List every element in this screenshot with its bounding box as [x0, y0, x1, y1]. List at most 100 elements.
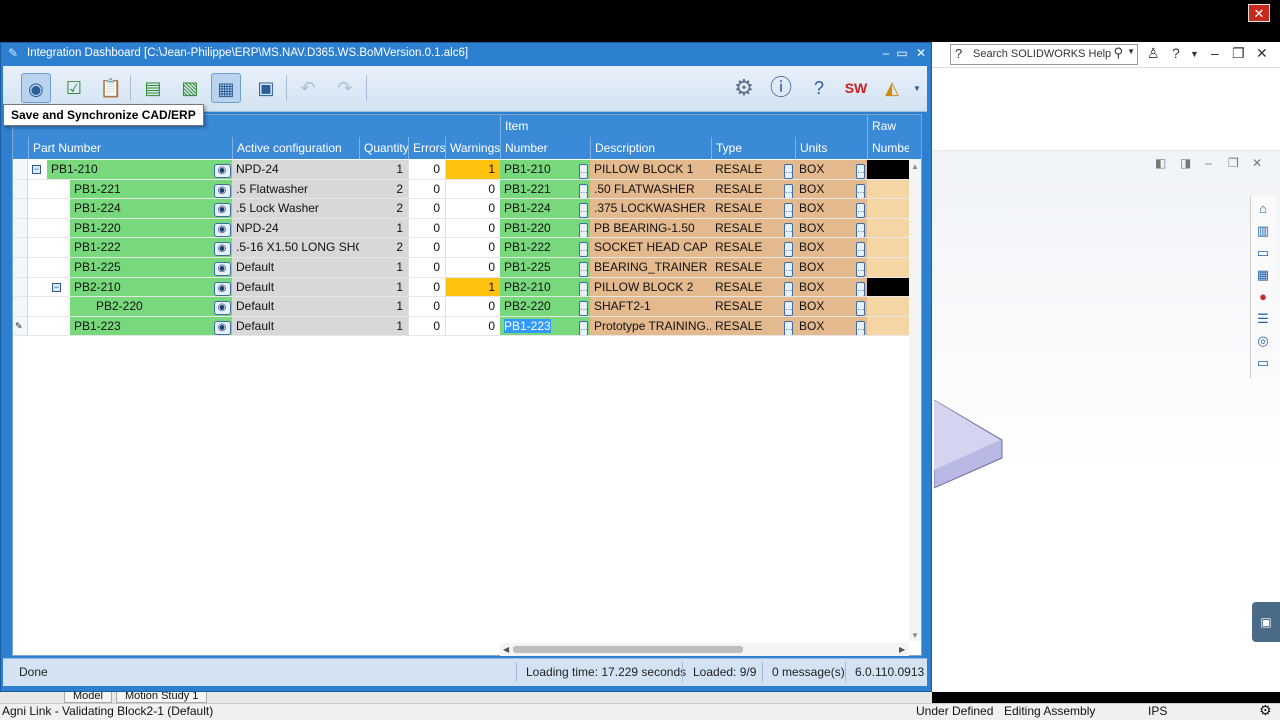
units-cell[interactable]: BOX: [795, 316, 854, 337]
sw-help-search[interactable]: ? Search SOLIDWORKS Help ⚲ ▼: [950, 44, 1138, 65]
ellipsis-icon[interactable]: …: [784, 281, 793, 297]
units-cell[interactable]: BOX: [795, 199, 854, 219]
forum-icon[interactable]: ▭: [1254, 354, 1272, 372]
sw-status-settings-icon[interactable]: ⚙: [1259, 702, 1272, 719]
units-cell[interactable]: BOX: [795, 258, 854, 278]
quantity-cell[interactable]: 2: [359, 199, 408, 219]
scroll-right-icon[interactable]: ▶: [899, 645, 905, 654]
tree-collapse-icon[interactable]: −: [52, 282, 61, 292]
item-number-cell[interactable]: PB1-220: [500, 218, 577, 239]
ellipsis-icon[interactable]: …: [579, 164, 588, 179]
col-quantity[interactable]: Quantity: [359, 137, 408, 159]
item-number-cell[interactable]: PB1-222: [500, 238, 577, 258]
description-cell[interactable]: .375 LOCKWASHER: [590, 199, 711, 219]
visibility-toggle[interactable]: ◉: [212, 238, 232, 258]
item-number-lookup-button[interactable]: …: [577, 258, 590, 278]
raw-material-number-cell[interactable]: [867, 199, 909, 219]
visibility-toggle[interactable]: ◉: [212, 179, 232, 200]
visibility-toggle[interactable]: ◉: [212, 199, 232, 219]
scroll-left-icon[interactable]: ◀: [503, 645, 509, 654]
item-number-lookup-button[interactable]: …: [577, 277, 590, 298]
units-lookup-button[interactable]: …: [854, 179, 867, 200]
type-lookup-button[interactable]: …: [782, 160, 795, 180]
item-number-cell[interactable]: PB1-225: [500, 258, 577, 278]
col-active-configuration[interactable]: Active configuration: [232, 137, 359, 159]
active-configuration-cell[interactable]: .5 Flatwasher: [232, 179, 359, 200]
part-number-cell[interactable]: PB1-223: [70, 316, 212, 337]
clipboard-icon[interactable]: 📋: [96, 73, 126, 103]
units-cell[interactable]: BOX: [795, 179, 854, 200]
save-export-icon[interactable]: ▣: [251, 73, 281, 103]
col-part-number[interactable]: Part Number: [28, 137, 232, 159]
item-number-lookup-button[interactable]: …: [577, 316, 590, 337]
description-cell[interactable]: SOCKET HEAD CAP: [590, 238, 711, 258]
horizontal-scroll-thumb[interactable]: [513, 646, 743, 653]
active-configuration-cell[interactable]: NPD-24: [232, 160, 359, 180]
ellipsis-icon[interactable]: …: [579, 301, 588, 316]
ellipsis-icon[interactable]: …: [579, 222, 588, 238]
quantity-cell[interactable]: 1: [359, 316, 408, 337]
raw-material-number-cell[interactable]: [867, 160, 909, 180]
ellipsis-icon[interactable]: …: [856, 301, 865, 316]
grid-view-icon[interactable]: ▦: [211, 73, 241, 103]
active-configuration-cell[interactable]: Default: [232, 316, 359, 337]
help-dropdown-icon[interactable]: ▼: [1190, 49, 1199, 59]
settings-gear-icon[interactable]: ⚙: [729, 73, 759, 103]
file-explorer-icon[interactable]: ▭: [1254, 244, 1272, 262]
type-cell[interactable]: RESALE: [711, 199, 782, 219]
type-lookup-button[interactable]: …: [782, 179, 795, 200]
active-configuration-cell[interactable]: NPD-24: [232, 218, 359, 239]
units-lookup-button[interactable]: …: [854, 199, 867, 219]
col-units[interactable]: Units: [795, 137, 867, 159]
row-selector[interactable]: [13, 297, 28, 317]
ellipsis-icon[interactable]: …: [856, 320, 865, 336]
minimize-icon[interactable]: –: [1211, 45, 1219, 61]
description-cell[interactable]: PB BEARING-1.50: [590, 218, 711, 239]
item-number-lookup-button[interactable]: …: [577, 297, 590, 317]
viewport-back-icon[interactable]: ◧: [1155, 156, 1166, 170]
units-lookup-button[interactable]: …: [854, 238, 867, 258]
type-lookup-button[interactable]: …: [782, 277, 795, 298]
units-lookup-button[interactable]: …: [854, 316, 867, 337]
close-icon[interactable]: ✕: [911, 44, 931, 62]
dynamics-logo-icon[interactable]: ◭: [877, 73, 907, 103]
description-cell[interactable]: SHAFT2-1: [590, 297, 711, 317]
ellipsis-icon[interactable]: …: [579, 320, 588, 336]
chevron-down-icon[interactable]: ▼: [1127, 47, 1135, 56]
ellipsis-icon[interactable]: …: [856, 242, 865, 258]
part-number-cell[interactable]: PB1-220: [70, 218, 212, 239]
help-icon[interactable]: ?: [804, 73, 834, 103]
raw-material-number-cell[interactable]: [867, 258, 909, 278]
ellipsis-icon[interactable]: …: [856, 164, 865, 179]
active-configuration-cell[interactable]: .5 Lock Washer: [232, 199, 359, 219]
item-number-lookup-button[interactable]: …: [577, 179, 590, 200]
vertical-scrollbar[interactable]: [909, 159, 921, 641]
description-cell[interactable]: BEARING_TRAINER: [590, 258, 711, 278]
visibility-toggle[interactable]: ◉: [212, 277, 232, 298]
units-cell[interactable]: BOX: [795, 277, 854, 298]
row-selector[interactable]: [13, 218, 28, 239]
units-cell[interactable]: BOX: [795, 238, 854, 258]
type-cell[interactable]: RESALE: [711, 179, 782, 200]
visibility-toggle[interactable]: ◉: [212, 258, 232, 278]
validate-checklist-icon[interactable]: ☑: [59, 73, 89, 103]
visibility-toggle[interactable]: ◉: [212, 160, 232, 180]
active-configuration-cell[interactable]: Default: [232, 277, 359, 298]
description-cell[interactable]: .50 FLATWASHER: [590, 179, 711, 200]
ellipsis-icon[interactable]: …: [784, 262, 793, 277]
viewport-close-icon[interactable]: ✕: [1252, 156, 1262, 170]
row-selector[interactable]: [13, 277, 28, 298]
type-cell[interactable]: RESALE: [711, 258, 782, 278]
item-number-cell[interactable]: PB2-210: [500, 277, 577, 298]
ellipsis-icon[interactable]: …: [784, 301, 793, 316]
eye-icon[interactable]: ◉: [213, 222, 231, 237]
design-library-icon[interactable]: ▥: [1254, 222, 1272, 240]
scroll-up-icon[interactable]: ▲: [911, 162, 919, 171]
eye-icon[interactable]: ◉: [213, 164, 231, 178]
ellipsis-icon[interactable]: …: [856, 203, 865, 218]
visibility-toggle[interactable]: ◉: [212, 316, 232, 337]
row-selector[interactable]: [13, 258, 28, 278]
tree-collapse-icon[interactable]: −: [32, 165, 41, 174]
quantity-cell[interactable]: 1: [359, 218, 408, 239]
quantity-cell[interactable]: 1: [359, 258, 408, 278]
